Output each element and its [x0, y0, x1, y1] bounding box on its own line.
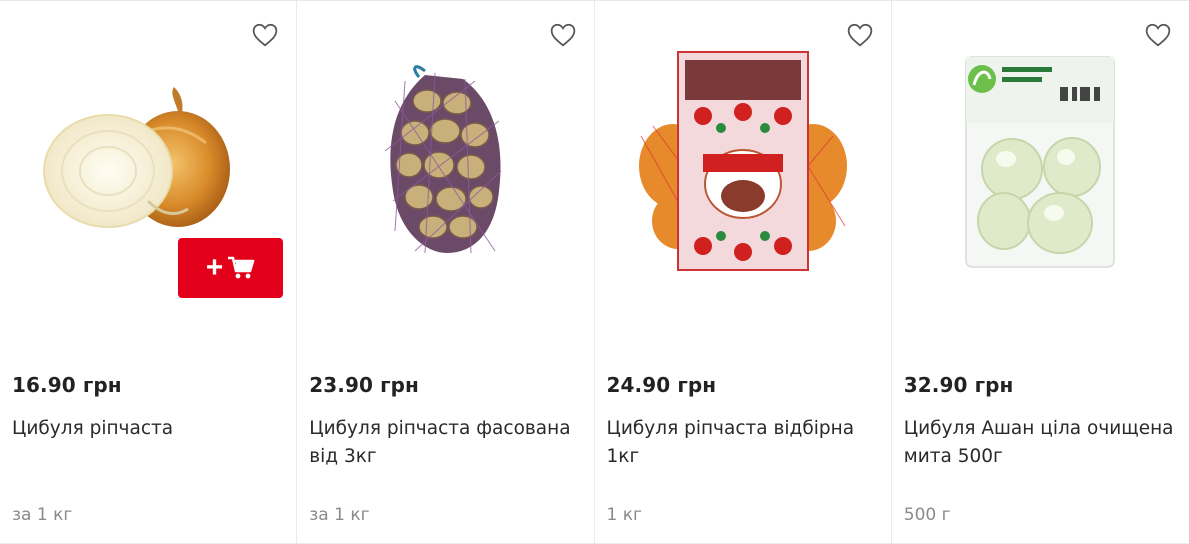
product-name[interactable]: Цибуля Ашан ціла очищена мита 500г — [904, 415, 1175, 471]
plus-label: + — [205, 251, 224, 284]
cart-icon — [228, 256, 255, 279]
product-name[interactable]: Цибуля ріпчаста відбірна 1кг — [607, 415, 877, 471]
product-image[interactable] — [892, 41, 1189, 281]
product-price: 23.90 грн — [309, 373, 419, 397]
net-bag-image — [385, 65, 502, 254]
product-price: 32.90 грн — [903, 373, 1014, 397]
product-unit: 1 кг — [606, 505, 642, 525]
product-price: 16.90 грн — [12, 373, 122, 397]
plastic-pack-image — [965, 56, 1116, 268]
product-grid: + 16.90 грн Цибуля ріпчаста за 1 кг 23.9… — [0, 0, 1189, 544]
product-card[interactable]: 32.90 грн Цибуля Ашан ціла очищена мита … — [891, 1, 1189, 544]
product-card[interactable]: 23.90 грн Цибуля ріпчаста фасована від 3… — [297, 1, 595, 544]
product-unit: за 1 кг — [309, 505, 370, 525]
product-card[interactable]: + 16.90 грн Цибуля ріпчаста за 1 кг — [0, 1, 298, 544]
product-name[interactable]: Цибуля ріпчаста фасована від 3кг — [309, 415, 579, 471]
product-price: 24.90 грн — [606, 373, 717, 397]
product-unit: 500 г — [903, 505, 951, 525]
product-image[interactable] — [595, 41, 891, 281]
product-card[interactable]: 24.90 грн Цибуля ріпчаста відбірна 1кг 1… — [594, 1, 892, 544]
product-image[interactable] — [297, 41, 593, 281]
product-name[interactable]: Цибуля ріпчаста — [12, 415, 282, 443]
add-to-cart-button[interactable]: + — [178, 238, 283, 298]
onion-image — [43, 87, 231, 228]
product-unit: за 1 кг — [12, 505, 73, 525]
decorated-pack-image — [638, 51, 847, 271]
